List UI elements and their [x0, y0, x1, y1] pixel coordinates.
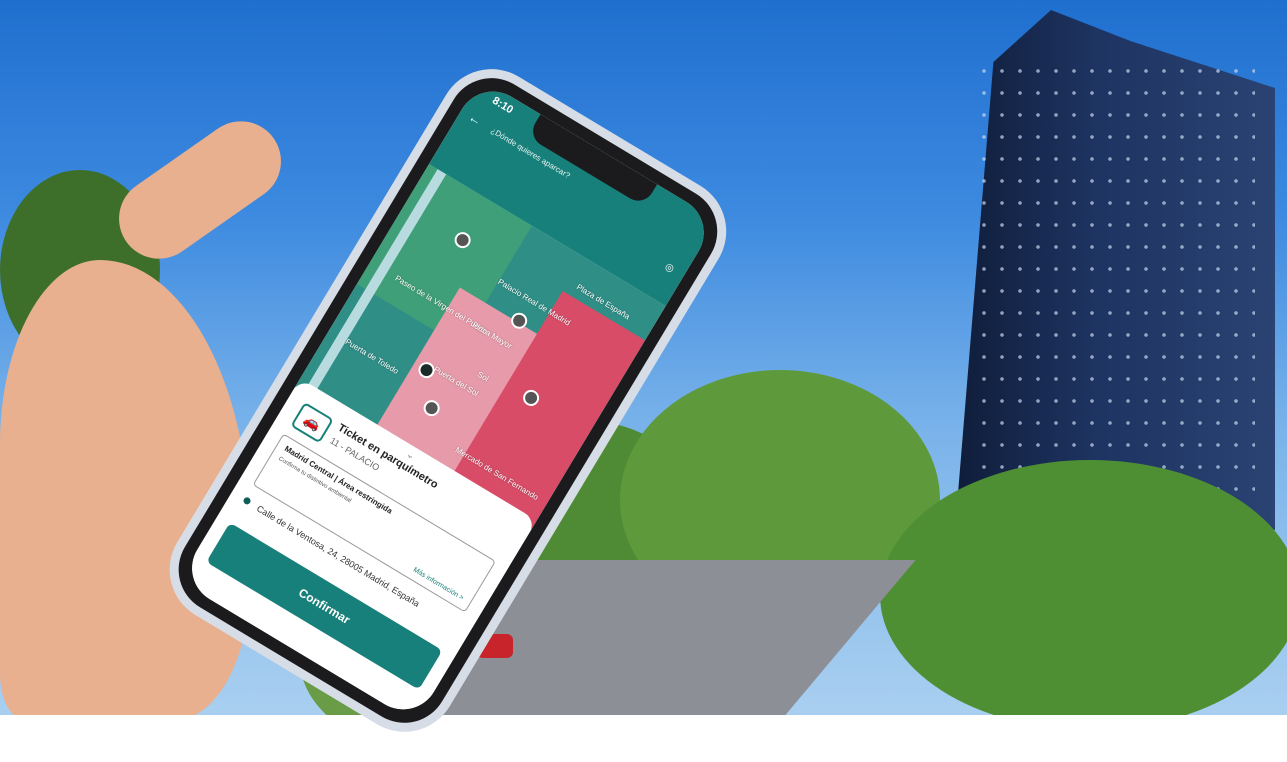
tree	[880, 460, 1287, 715]
back-arrow-icon[interactable]: ←	[466, 109, 485, 129]
location-dot-icon	[242, 496, 252, 506]
parking-ticket-icon: 🚗	[290, 401, 334, 444]
map-label: Puerta de Toledo	[343, 337, 401, 376]
tower-windows	[975, 60, 1255, 500]
more-info-link[interactable]: Más información >	[412, 566, 465, 602]
location-icon[interactable]: ◎	[663, 261, 676, 275]
status-time: 8:10	[490, 94, 516, 117]
